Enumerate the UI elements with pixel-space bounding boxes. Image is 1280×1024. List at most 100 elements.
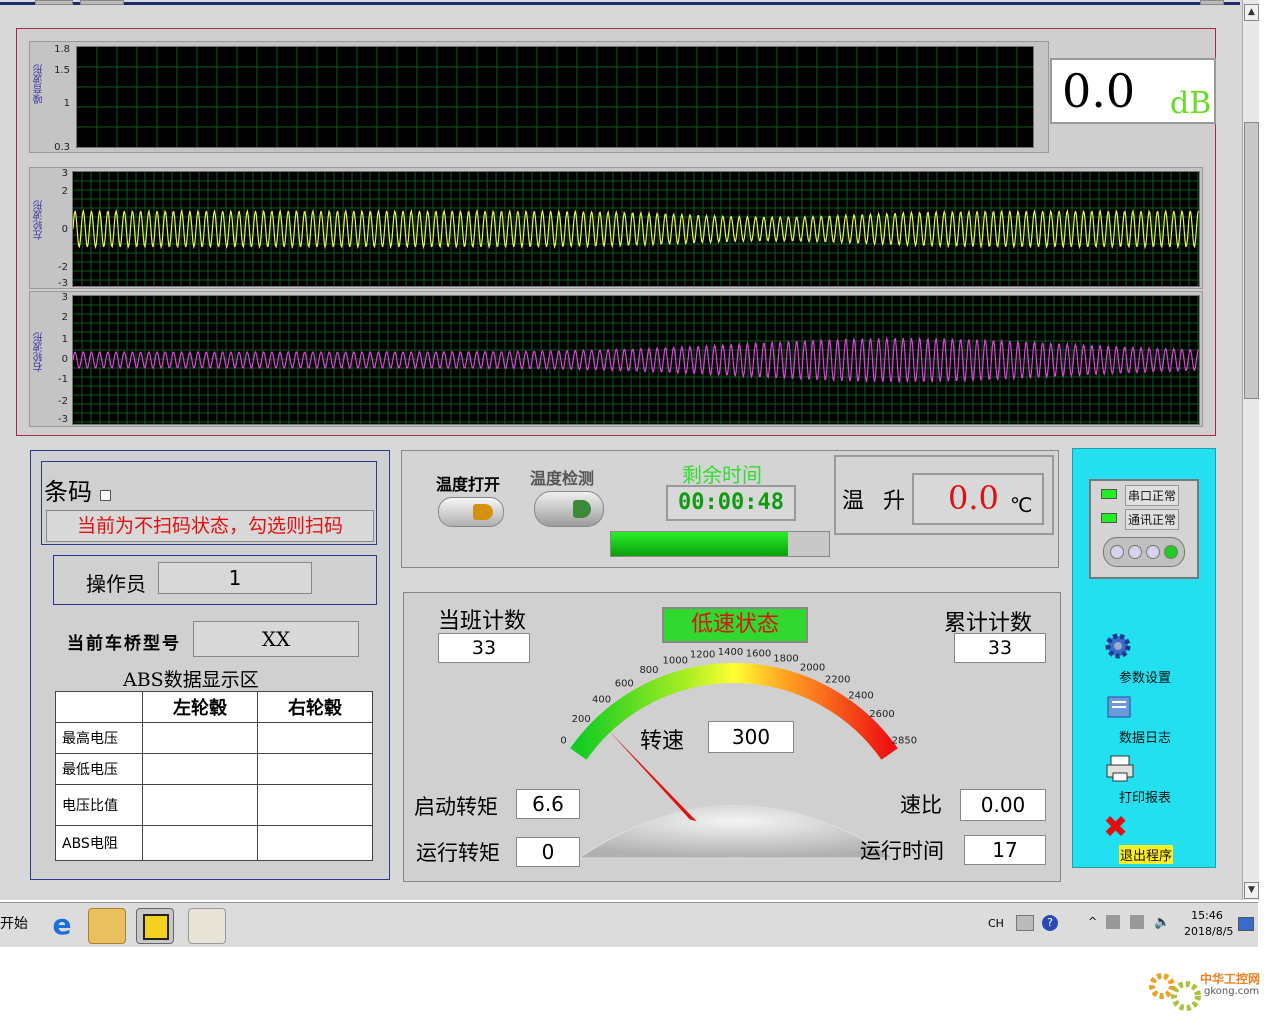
- gear-icon[interactable]: [1103, 631, 1133, 661]
- ratio-label: 速比: [900, 793, 942, 817]
- right-wheel-chart-frame: 右轮波形 3 2 1 0 -1 -2 -3: [29, 291, 1203, 427]
- comm-status-led: [1101, 513, 1117, 523]
- keyboard-icon[interactable]: [1016, 915, 1034, 931]
- right-wheel-tick: -1: [58, 374, 68, 385]
- gauge-tick-label: 1800: [773, 654, 798, 665]
- temp-detect-label: 温度检测: [530, 469, 595, 488]
- exit-button[interactable]: 退出程序: [1119, 845, 1174, 864]
- abs-cell: [142, 722, 258, 754]
- temp-open-button[interactable]: [438, 497, 504, 527]
- run-torque-label: 运行转矩: [416, 841, 500, 865]
- volume-icon[interactable]: 🔈: [1154, 915, 1170, 930]
- left-wheel-y-label: 左轮波形: [34, 200, 45, 240]
- right-wheel-tick: 0: [61, 354, 68, 365]
- abs-cell: [257, 753, 373, 785]
- abs-cell: [142, 784, 258, 826]
- left-wheel-tick: -2: [58, 262, 68, 273]
- paint-icon[interactable]: [188, 908, 226, 944]
- temperature-panel: 温度打开 温度检测 剩余时间 00:00:48 温 升 0.0 ℃: [401, 450, 1059, 568]
- right-wheel-plot: [72, 295, 1200, 425]
- info-panel: 条码 当前为不扫码状态，勾选则扫码 操作员 1 当前车桥型号 XX ABS数据显…: [30, 450, 390, 880]
- document-icon[interactable]: [1105, 693, 1133, 721]
- temp-detect-button[interactable]: [534, 491, 604, 527]
- noise-tick: 1.5: [54, 65, 70, 76]
- right-wheel-tick: -2: [58, 396, 68, 407]
- language-indicator[interactable]: CH: [988, 917, 1004, 930]
- noise-tick: 0.3: [54, 142, 70, 153]
- folder-icon[interactable]: [88, 908, 126, 944]
- title-button[interactable]: [80, 0, 124, 5]
- remaining-progress-bar: [610, 531, 830, 557]
- start-button[interactable]: 开始: [0, 909, 30, 939]
- noise-db-unit: dB: [1170, 86, 1212, 121]
- noise-y-label: 噪音波形: [34, 64, 45, 104]
- abs-row-label: 电压比值: [55, 784, 143, 826]
- print-report-button[interactable]: 打印报表: [1119, 787, 1171, 806]
- help-icon[interactable]: ?: [1042, 915, 1058, 931]
- right-wheel-tick: -3: [58, 414, 68, 425]
- comm-status-label: 通讯正常: [1125, 509, 1180, 530]
- abs-row-label: ABS电阻: [55, 825, 143, 861]
- gauge-hub: [577, 805, 896, 859]
- clock-time[interactable]: 15:46: [1186, 909, 1228, 922]
- right-wheel-tick: 2: [61, 312, 68, 323]
- scroll-down-button[interactable]: ▼: [1244, 882, 1259, 899]
- barcode-checkbox[interactable]: [100, 490, 111, 501]
- remaining-progress-fill: [611, 532, 788, 556]
- scroll-up-button[interactable]: ▲: [1244, 4, 1259, 21]
- network-icon[interactable]: [1130, 915, 1144, 929]
- right-wheel-tick: 1: [61, 334, 68, 345]
- operator-field[interactable]: 1: [158, 562, 312, 594]
- noise-db-display: 0.0 dB: [1050, 58, 1216, 124]
- security-icon[interactable]: [1106, 915, 1120, 929]
- scroll-thumb[interactable]: [1244, 122, 1259, 399]
- abs-cell: [257, 825, 373, 861]
- start-torque-value: 6.6: [516, 789, 580, 819]
- temp-rise-unit: ℃: [1010, 493, 1033, 517]
- gauge-tick-label: 1600: [746, 648, 771, 659]
- indicator-light: [1110, 545, 1124, 559]
- serial-status-led: [1101, 489, 1117, 499]
- close-icon[interactable]: ✖: [1103, 813, 1133, 843]
- speed-value: 300: [708, 721, 794, 753]
- abs-title: ABS数据显示区: [123, 669, 259, 691]
- remaining-time-label: 剩余时间: [682, 463, 762, 487]
- start-torque-label: 启动转矩: [414, 795, 498, 819]
- barcode-label: 条码: [44, 478, 92, 506]
- barcode-group: 条码 当前为不扫码状态，勾选则扫码: [41, 461, 377, 545]
- watermark-name: 中华工控网: [1200, 972, 1261, 986]
- taskbar: 开始 e CH ? ^ 🔈 15:46 2018/8/5: [0, 902, 1258, 947]
- left-wheel-tick: 0: [61, 224, 68, 235]
- labview-icon[interactable]: [136, 908, 174, 944]
- right-wheel-series: [73, 336, 1199, 384]
- chevron-up-icon[interactable]: ^: [1088, 915, 1097, 928]
- title-button[interactable]: [35, 0, 73, 5]
- printer-icon[interactable]: [1105, 753, 1135, 783]
- gauge-tick-label: 2000: [800, 662, 825, 673]
- settings-button[interactable]: 参数设置: [1119, 667, 1171, 686]
- abs-col-right: 右轮毂: [257, 691, 373, 723]
- noise-db-value: 0.0: [1062, 64, 1136, 118]
- gauge-tick-label: 2600: [869, 709, 894, 720]
- serial-status-label: 串口正常: [1125, 485, 1180, 506]
- operator-label: 操作员: [86, 572, 146, 596]
- run-time-label: 运行时间: [860, 839, 944, 863]
- vertical-scrollbar[interactable]: ▲ ▼: [1242, 0, 1259, 900]
- indicator-light: [1146, 545, 1160, 559]
- run-time-value: 17: [964, 835, 1046, 865]
- temp-rise-group: 温 升 0.0 ℃: [834, 455, 1054, 535]
- clock-date[interactable]: 2018/8/5: [1184, 925, 1233, 938]
- ie-icon[interactable]: e: [44, 908, 80, 942]
- gauge-tick-label: 1000: [663, 655, 688, 666]
- abs-table: 左轮毂 右轮毂 最高电压 最低电压 电压比值 ABS电阻: [55, 691, 373, 861]
- right-wheel-y-label: 右轮波形: [34, 332, 45, 372]
- left-wheel-tick: -3: [58, 278, 68, 289]
- window-title-bar: [0, 2, 1240, 5]
- close-button[interactable]: [1200, 0, 1224, 5]
- operator-group: 操作员 1: [53, 555, 377, 605]
- data-log-button[interactable]: 数据日志: [1119, 727, 1171, 746]
- right-wheel-tick: 3: [61, 292, 68, 303]
- gauge-tick-label: 0: [560, 736, 566, 747]
- indicator-light: [1164, 545, 1178, 559]
- show-desktop-icon[interactable]: [1238, 917, 1254, 931]
